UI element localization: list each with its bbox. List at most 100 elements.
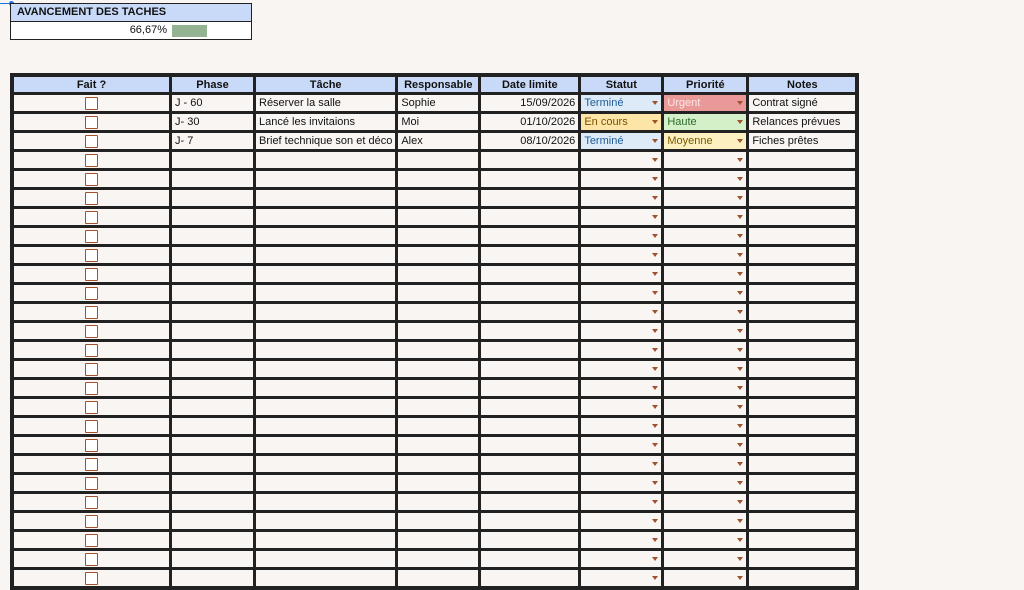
- cell-notes[interactable]: [748, 265, 857, 283]
- cell-priority-dropdown[interactable]: [663, 189, 748, 207]
- chevron-down-icon[interactable]: [652, 538, 659, 542]
- cell-owner[interactable]: [397, 189, 480, 207]
- cell-status-dropdown[interactable]: [580, 512, 663, 530]
- cell-status-dropdown[interactable]: [580, 569, 663, 587]
- cell-done[interactable]: [13, 398, 170, 416]
- cell-phase[interactable]: [171, 246, 254, 264]
- cell-notes[interactable]: Relances prévues: [748, 113, 857, 131]
- cell-done[interactable]: [13, 569, 170, 587]
- cell-owner[interactable]: [397, 455, 480, 473]
- cell-priority-dropdown[interactable]: [663, 151, 748, 169]
- cell-status-dropdown[interactable]: [580, 474, 663, 492]
- checkbox[interactable]: [85, 457, 98, 471]
- checkbox[interactable]: [85, 172, 98, 186]
- cell-owner[interactable]: Sophie: [397, 94, 480, 112]
- cell-task[interactable]: [255, 227, 397, 245]
- cell-deadline[interactable]: [480, 170, 580, 188]
- cell-priority-dropdown[interactable]: [663, 417, 748, 435]
- chevron-down-icon[interactable]: [737, 291, 744, 295]
- cell-done[interactable]: [13, 265, 170, 283]
- cell-status-dropdown[interactable]: [580, 341, 663, 359]
- cell-task[interactable]: [255, 379, 397, 397]
- chevron-down-icon[interactable]: [737, 576, 744, 580]
- cell-priority-dropdown[interactable]: Moyenne: [663, 132, 748, 150]
- chevron-down-icon[interactable]: [652, 291, 659, 295]
- cell-task[interactable]: [255, 151, 397, 169]
- chevron-down-icon[interactable]: [737, 443, 744, 447]
- cell-priority-dropdown[interactable]: [663, 303, 748, 321]
- cell-task[interactable]: Réserver la salle: [255, 94, 397, 112]
- cell-done[interactable]: [13, 132, 170, 150]
- chevron-down-icon[interactable]: [652, 386, 659, 390]
- cell-owner[interactable]: [397, 322, 480, 340]
- cell-owner[interactable]: [397, 550, 480, 568]
- cell-priority-dropdown[interactable]: [663, 550, 748, 568]
- cell-done[interactable]: [13, 303, 170, 321]
- cell-status-dropdown[interactable]: [580, 265, 663, 283]
- cell-phase[interactable]: [171, 455, 254, 473]
- cell-phase[interactable]: [171, 208, 254, 226]
- cell-done[interactable]: [13, 189, 170, 207]
- cell-priority-dropdown[interactable]: [663, 246, 748, 264]
- cell-notes[interactable]: [748, 151, 857, 169]
- chevron-down-icon[interactable]: [652, 234, 659, 238]
- cell-status-dropdown[interactable]: [580, 455, 663, 473]
- checkbox[interactable]: [85, 267, 98, 281]
- cell-priority-dropdown[interactable]: [663, 170, 748, 188]
- cell-status-dropdown[interactable]: [580, 227, 663, 245]
- chevron-down-icon[interactable]: [652, 519, 659, 523]
- cell-task[interactable]: [255, 265, 397, 283]
- chevron-down-icon[interactable]: [652, 158, 659, 162]
- cell-owner[interactable]: [397, 284, 480, 302]
- checkbox[interactable]: [85, 476, 98, 490]
- cell-phase[interactable]: [171, 379, 254, 397]
- cell-deadline[interactable]: [480, 189, 580, 207]
- cell-phase[interactable]: [171, 474, 254, 492]
- header-owner[interactable]: Responsable: [397, 76, 480, 93]
- cell-priority-dropdown[interactable]: [663, 265, 748, 283]
- cell-priority-dropdown[interactable]: [663, 284, 748, 302]
- cell-status-dropdown[interactable]: [580, 360, 663, 378]
- checkbox[interactable]: [85, 438, 98, 452]
- checkbox[interactable]: [85, 286, 98, 300]
- cell-owner[interactable]: [397, 360, 480, 378]
- checkbox[interactable]: [85, 153, 98, 167]
- cell-phase[interactable]: [171, 550, 254, 568]
- cell-deadline[interactable]: [480, 246, 580, 264]
- cell-deadline[interactable]: [480, 436, 580, 454]
- cell-notes[interactable]: [748, 531, 857, 549]
- chevron-down-icon[interactable]: [652, 215, 659, 219]
- cell-deadline[interactable]: [480, 474, 580, 492]
- cell-deadline[interactable]: [480, 303, 580, 321]
- cell-priority-dropdown[interactable]: [663, 379, 748, 397]
- cell-task[interactable]: Brief technique son et déco: [255, 132, 397, 150]
- cell-done[interactable]: [13, 360, 170, 378]
- cell-task[interactable]: Lancé les invitaions: [255, 113, 397, 131]
- cell-owner[interactable]: [397, 303, 480, 321]
- cell-task[interactable]: [255, 436, 397, 454]
- checkbox[interactable]: [85, 343, 98, 357]
- cell-task[interactable]: [255, 341, 397, 359]
- cell-priority-dropdown[interactable]: [663, 512, 748, 530]
- cell-done[interactable]: [13, 170, 170, 188]
- header-notes[interactable]: Notes: [748, 76, 857, 93]
- cell-priority-dropdown[interactable]: Urgent: [663, 94, 748, 112]
- cell-status-dropdown[interactable]: [580, 493, 663, 511]
- cell-phase[interactable]: [171, 303, 254, 321]
- cell-owner[interactable]: [397, 265, 480, 283]
- cell-deadline[interactable]: [480, 569, 580, 587]
- header-status[interactable]: Statut: [580, 76, 663, 93]
- cell-status-dropdown[interactable]: [580, 379, 663, 397]
- cell-priority-dropdown[interactable]: [663, 436, 748, 454]
- cell-notes[interactable]: [748, 341, 857, 359]
- checkbox[interactable]: [85, 400, 98, 414]
- cell-notes[interactable]: [748, 398, 857, 416]
- cell-owner[interactable]: [397, 208, 480, 226]
- chevron-down-icon[interactable]: [737, 196, 744, 200]
- cell-deadline[interactable]: [480, 531, 580, 549]
- chevron-down-icon[interactable]: [737, 215, 744, 219]
- chevron-down-icon[interactable]: [652, 367, 659, 371]
- cell-phase[interactable]: [171, 417, 254, 435]
- chevron-down-icon[interactable]: [737, 310, 744, 314]
- cell-phase[interactable]: [171, 227, 254, 245]
